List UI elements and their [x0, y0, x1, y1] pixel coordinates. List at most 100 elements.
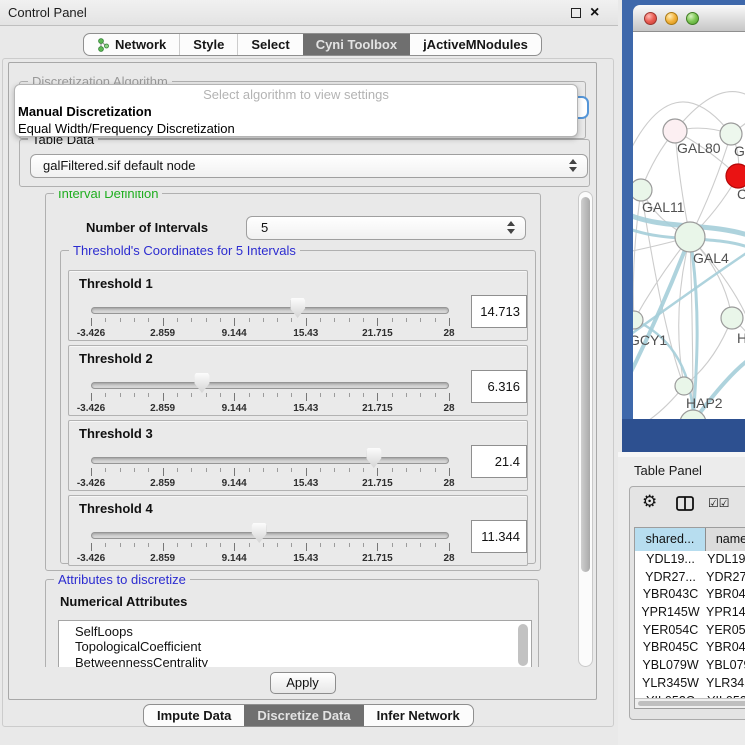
column-header-shared[interactable]: shared... [635, 528, 706, 551]
network-node-label: GA [734, 143, 745, 159]
network-node[interactable] [720, 123, 742, 145]
threshold-slider[interactable]: -3.4262.8599.14415.4321.71528 [91, 496, 449, 567]
tab-jactivemnodules[interactable]: jActiveMNodules [410, 34, 541, 55]
slider-track[interactable] [91, 457, 449, 464]
cell-shared-name[interactable]: YBR043C [635, 586, 706, 604]
slider-track[interactable] [91, 382, 449, 389]
numerical-attributes-list[interactable]: SelfLoopsTopologicalCoefficientBetweenne… [58, 620, 532, 667]
horizontal-scrollbar[interactable] [635, 698, 745, 708]
cell-name[interactable]: YBL079W [706, 657, 745, 675]
float-window-icon[interactable] [571, 8, 581, 18]
node-table[interactable]: shared... name YDL19...YDL19...YDR27...Y… [634, 527, 745, 709]
combobox-spinner-icon[interactable] [569, 159, 578, 172]
close-traffic-light-icon[interactable] [644, 12, 657, 25]
network-node[interactable] [675, 222, 705, 252]
close-icon[interactable]: × [590, 2, 599, 24]
table-row[interactable]: YPR145WYPR145W [635, 604, 745, 622]
cell-name[interactable]: YBR045C [706, 639, 745, 657]
attribute-item[interactable]: TopologicalCoefficient [59, 639, 531, 654]
cell-name[interactable]: YDR27... [706, 569, 745, 587]
network-canvas[interactable]: GAL80GACGAL11GAL4GCY1HHAP2 [633, 32, 745, 419]
cell-shared-name[interactable]: YDR27... [635, 569, 706, 587]
network-node-label: GCY1 [633, 332, 667, 348]
cell-shared-name[interactable]: YPR145W [635, 604, 706, 622]
tab-discretize-data[interactable]: Discretize Data [244, 705, 363, 726]
tick-label: 21.715 [362, 328, 393, 339]
network-window-titlebar[interactable] [633, 5, 745, 32]
threshold-slider[interactable]: -3.4262.8599.14415.4321.71528 [91, 346, 449, 417]
cell-shared-name[interactable]: YDL19... [635, 551, 706, 569]
table-row[interactable]: YLR345WYLR345W [635, 675, 745, 693]
column-split-icon[interactable] [676, 496, 694, 511]
table-row[interactable]: YBL079WYBL079W [635, 657, 745, 675]
list-scrollbar[interactable] [518, 624, 528, 666]
network-node[interactable] [633, 179, 652, 201]
attribute-item[interactable]: BetweennessCentrality [59, 655, 531, 667]
network-node-label: HAP2 [686, 395, 723, 411]
threshold-value-field[interactable]: 21.4 [471, 445, 527, 478]
apply-button[interactable]: Apply [270, 672, 336, 694]
menu-item-equal-width-frequency[interactable]: Equal Width/Frequency Discretization [15, 120, 577, 137]
gear-icon[interactable]: ⚙ [642, 492, 657, 512]
minimize-traffic-light-icon[interactable] [665, 12, 678, 25]
table-row[interactable]: YBR045CYBR045C [635, 639, 745, 657]
network-node[interactable] [675, 377, 693, 395]
tick-mark [291, 318, 292, 322]
combobox-spinner-icon[interactable] [507, 221, 516, 234]
tick-label: 15.43 [293, 328, 318, 339]
column-header-name[interactable]: name [706, 528, 745, 551]
tab-infer-network[interactable]: Infer Network [364, 705, 473, 726]
number-of-intervals-combobox[interactable]: 5 [246, 216, 526, 240]
zoom-traffic-light-icon[interactable] [686, 12, 699, 25]
tab-network[interactable]: Network [84, 34, 179, 55]
cell-shared-name[interactable]: YBL079W [635, 657, 706, 675]
threshold-slider[interactable]: -3.4262.8599.14415.4321.71528 [91, 421, 449, 492]
table-data-combobox[interactable]: galFiltered.sif default node [30, 154, 588, 178]
threshold-slider[interactable]: -3.4262.8599.14415.4321.71528 [91, 271, 449, 342]
network-node[interactable] [721, 307, 743, 329]
threshold-value-field[interactable]: 11.344 [471, 520, 527, 553]
network-node[interactable] [726, 164, 745, 188]
threshold-value-field[interactable]: 14.713 [471, 295, 527, 328]
cell-name[interactable]: YBR043C [706, 586, 745, 604]
slider-thumb[interactable] [194, 373, 209, 393]
apply-bar: Apply [9, 667, 596, 701]
cell-name[interactable]: YDL19... [706, 551, 745, 569]
tab-style[interactable]: Style [179, 34, 237, 55]
table-data-group: Table Data galFiltered.sif default node [19, 139, 590, 187]
table-row[interactable]: YBR043CYBR043C [635, 586, 745, 604]
tick-mark [120, 318, 121, 322]
slider-thumb[interactable] [290, 298, 305, 318]
cell-shared-name[interactable]: YER054C [635, 622, 706, 640]
attribute-item[interactable]: SelfLoops [59, 624, 531, 639]
slider-thumb[interactable] [366, 448, 381, 468]
cell-shared-name[interactable]: YLR345W [635, 675, 706, 693]
tick-mark [105, 318, 106, 322]
cell-name[interactable]: YLR345W [706, 675, 745, 693]
scrollbar-thumb[interactable] [581, 197, 590, 572]
tick-mark [105, 393, 106, 397]
cell-name[interactable]: YER054C [706, 622, 745, 640]
tick-mark [306, 318, 307, 326]
cell-shared-name[interactable]: YBR045C [635, 639, 706, 657]
tab-impute-data[interactable]: Impute Data [144, 705, 244, 726]
tick-mark [449, 318, 450, 326]
table-row[interactable]: YER054CYER054C [635, 622, 745, 640]
threshold-value-field[interactable]: 6.316 [471, 370, 527, 403]
algorithm-dropdown-popup: Select algorithm to view settings Manual… [14, 84, 578, 137]
tab-select[interactable]: Select [237, 34, 302, 55]
network-window-frame[interactable]: GAL80GACGAL11GAL4GCY1HHAP2 [622, 0, 745, 452]
slider-track[interactable] [91, 532, 449, 539]
settings-scroll-area: Interval Definition Number of Intervals … [19, 191, 593, 667]
menu-item-manual-discretization[interactable]: Manual Discretization [15, 103, 577, 120]
tab-cyni-toolbox[interactable]: Cyni Toolbox [303, 34, 410, 55]
slider-track[interactable] [91, 307, 449, 314]
scrollbar-thumb[interactable] [638, 701, 745, 706]
cell-name[interactable]: YPR145W [706, 604, 745, 622]
checkbox-icons[interactable]: ☑☑ [708, 496, 730, 510]
table-row[interactable]: YDR27...YDR27... [635, 569, 745, 587]
tick-mark [377, 393, 378, 401]
table-row[interactable]: YDL19...YDL19... [635, 551, 745, 569]
vertical-scrollbar[interactable] [578, 191, 593, 667]
slider-thumb[interactable] [252, 523, 267, 543]
